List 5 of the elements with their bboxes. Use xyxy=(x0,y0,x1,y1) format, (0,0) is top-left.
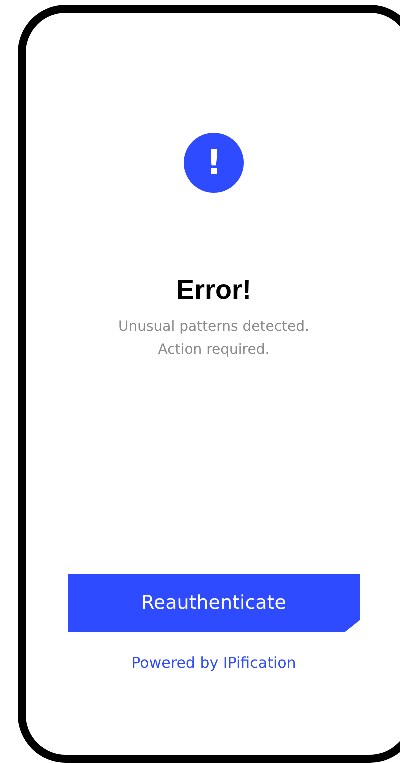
reauthenticate-button[interactable]: Reauthenticate xyxy=(68,574,360,632)
alert-icon: ! xyxy=(184,133,244,193)
powered-by-link[interactable]: Powered by IPification xyxy=(132,654,296,672)
error-message: Unusual patterns detected. Action required. xyxy=(118,318,310,360)
error-title: Error! xyxy=(176,275,252,306)
